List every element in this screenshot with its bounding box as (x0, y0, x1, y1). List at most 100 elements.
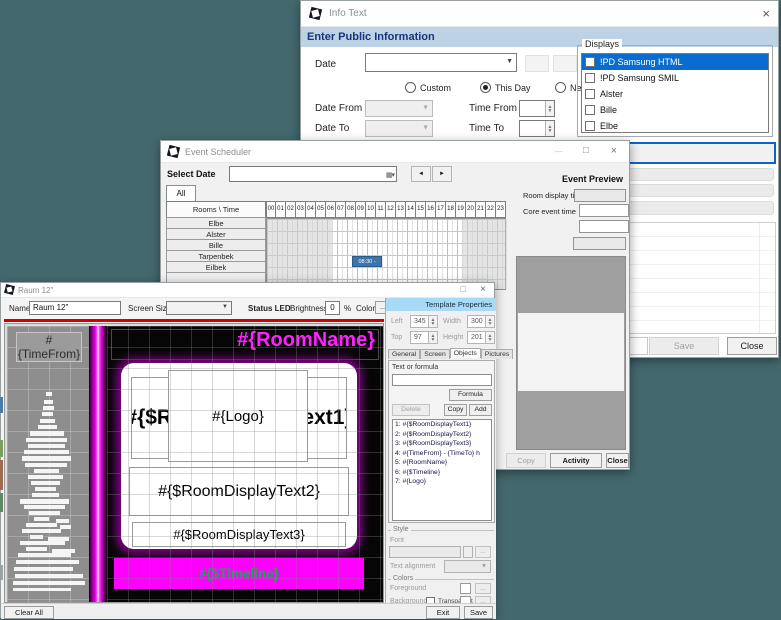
timeline-element[interactable]: #{$Timeline} (114, 558, 364, 589)
object-list-item[interactable]: 6: #{$Timeline} (393, 468, 491, 478)
font-size-box[interactable] (463, 546, 473, 558)
core-event-time-field[interactable] (579, 204, 629, 217)
delete-button[interactable]: Delete (392, 404, 430, 416)
spinner-arrows-icon[interactable]: ▲▼ (545, 101, 554, 116)
checkbox-icon[interactable] (585, 121, 595, 131)
off-hours-shading (462, 219, 507, 289)
radio-icon[interactable] (405, 82, 416, 93)
radio-icon[interactable] (555, 82, 566, 93)
minimize-icon[interactable]: — (555, 147, 563, 156)
event-preview-canvas (516, 256, 626, 450)
copy-button[interactable]: Copy (506, 453, 546, 468)
chevron-down-icon: ▼ (222, 301, 228, 313)
canvas-screen-area[interactable]: #{RoomName} #{$RoomDisplayText1} #{Logo}… (107, 326, 383, 602)
maximize-icon[interactable]: □ (583, 145, 589, 156)
spinner-arrows-icon[interactable]: ▲▼ (545, 121, 554, 136)
radio-selected-icon[interactable] (480, 82, 491, 93)
name-input[interactable]: Raum 12" (29, 301, 121, 315)
copy-button[interactable]: Copy (444, 404, 467, 416)
font-input[interactable] (389, 546, 461, 558)
clear-all-button[interactable]: Clear All (4, 606, 54, 619)
date-from-dropdown[interactable]: 11.03.2021 ▼ (365, 100, 433, 117)
object-list-item[interactable]: 7: #{Logo} (393, 477, 491, 487)
foreground-picker-button[interactable]: ... (475, 583, 491, 594)
maximize-icon[interactable]: □ (461, 284, 466, 294)
checkbox-icon[interactable] (585, 89, 595, 99)
tab-general[interactable]: General (388, 349, 420, 359)
spinner-arrows-icon[interactable]: ▲▼ (485, 332, 494, 343)
room-display-text2-element[interactable]: #{$RoomDisplayText2} (129, 467, 349, 516)
room-title-bar[interactable]: Raum 12" □ × (1, 283, 494, 298)
object-list-item[interactable]: 2: #{$RoomDisplayText2} (393, 430, 491, 440)
roomname-element[interactable]: #{RoomName} (237, 329, 375, 352)
checkbox-icon[interactable] (585, 105, 595, 115)
screen-size-dropdown[interactable]: 800x600 horizontal ▼ (166, 301, 232, 315)
close-icon[interactable]: × (762, 6, 770, 21)
exit-button[interactable]: Exit (426, 606, 460, 619)
date-to-dropdown[interactable]: 11.03.2021 ▼ (365, 120, 433, 137)
spinner-arrows-icon[interactable]: ▲▼ (485, 316, 494, 327)
tab-objects[interactable]: Objects (450, 348, 481, 358)
formula-input[interactable] (392, 374, 492, 386)
preview-field-4[interactable] (573, 237, 626, 250)
hour-header-cell: 09 (356, 201, 366, 218)
display-canvas[interactable]: #{TimeFrom} - (4, 323, 384, 603)
scheduler-title-bar[interactable]: Event Scheduler — □ × (161, 141, 629, 163)
object-list-item[interactable]: 1: #{$RoomDisplayText1} (393, 420, 491, 430)
height-spinner[interactable]: 201▲▼ (467, 331, 495, 344)
room-display-time-field[interactable] (574, 189, 626, 202)
add-button[interactable]: Add (469, 404, 492, 416)
display-list-item[interactable]: !PD Samsung SMIL (582, 70, 768, 86)
text-alignment-dropdown[interactable]: ▼ (444, 560, 491, 573)
font-picker-button[interactable]: ... (475, 546, 491, 558)
objects-listbox[interactable]: 1: #{$RoomDisplayText1}2: #{$RoomDisplay… (392, 419, 492, 521)
close-button[interactable]: Close (606, 453, 629, 468)
object-list-item[interactable]: 4: #{TimeFrom} - {TimeTo} h (393, 449, 491, 459)
close-icon[interactable]: × (480, 284, 486, 295)
time-to-spinner[interactable]: 23:59 ▲▼ (519, 120, 555, 137)
date-dropdown[interactable]: Donnerstag, 11. März 2021 ▼ (365, 53, 517, 72)
prev-day-button[interactable]: ◄ (411, 166, 431, 182)
checkbox-icon[interactable] (585, 73, 595, 83)
width-spinner[interactable]: 300▲▼ (467, 315, 495, 328)
date-prev-button[interactable] (525, 55, 549, 72)
hour-header-cell: 11 (376, 201, 386, 218)
grid-cells-area[interactable]: 08:30 - (266, 218, 506, 290)
displays-listbox[interactable]: !PD Samsung HTML!PD Samsung SMILAlsterBi… (581, 53, 769, 133)
formula-button[interactable]: Formula (449, 389, 492, 401)
grid-corner-cell: Rooms \ Time (166, 201, 266, 218)
tab-screen[interactable]: Screen (420, 349, 450, 359)
tab-all[interactable]: All (166, 185, 196, 201)
close-button[interactable]: Close (727, 337, 777, 355)
left-spinner[interactable]: 345▲▼ (410, 315, 438, 328)
next-day-button[interactable]: ► (432, 166, 452, 182)
display-list-item[interactable]: Bille (582, 102, 768, 118)
room-display-text3-element[interactable]: #{$RoomDisplayText3} (132, 522, 346, 547)
preview-field-3[interactable] (579, 220, 629, 233)
spinner-arrows-icon[interactable]: ▲▼ (428, 332, 437, 343)
logo-element[interactable]: #{Logo} (168, 370, 308, 462)
foreground-color-box[interactable] (460, 583, 471, 594)
top-spinner[interactable]: 97▲▼ (410, 331, 438, 344)
select-date-dropdown[interactable]: Donnerstag, 11. März 2021 ▦▾ (229, 166, 397, 182)
save-button[interactable]: Save (464, 606, 493, 619)
date-next-button[interactable] (553, 55, 577, 72)
brightness-input[interactable]: 0 (325, 301, 340, 315)
info-title-bar[interactable]: Info Text × (301, 1, 778, 27)
activity-button[interactable]: Activity (550, 453, 602, 468)
close-icon[interactable]: × (611, 145, 617, 157)
display-list-item[interactable]: Elbe (582, 118, 768, 133)
checkbox-icon[interactable] (585, 57, 595, 67)
display-list-item[interactable]: !PD Samsung HTML (582, 54, 768, 70)
object-list-item[interactable]: 3: #{$RoomDisplayText3} (393, 439, 491, 449)
save-button[interactable]: Save (649, 337, 719, 355)
calendar-icon[interactable]: ▦▾ (386, 169, 394, 182)
time-from-spinner[interactable]: 00:00 ▲▼ (519, 100, 555, 117)
timefrom-element[interactable]: #{TimeFrom} - (16, 332, 82, 362)
display-list-item[interactable]: Alster (582, 86, 768, 102)
spinner-arrows-icon[interactable]: ▲▼ (428, 316, 437, 327)
off-hours-shading (267, 219, 332, 289)
scheduled-event-cell[interactable]: 08:30 - (352, 256, 382, 267)
object-list-item[interactable]: 5: #{RoomName} (393, 458, 491, 468)
tab-pictures[interactable]: Pictures (481, 349, 514, 359)
